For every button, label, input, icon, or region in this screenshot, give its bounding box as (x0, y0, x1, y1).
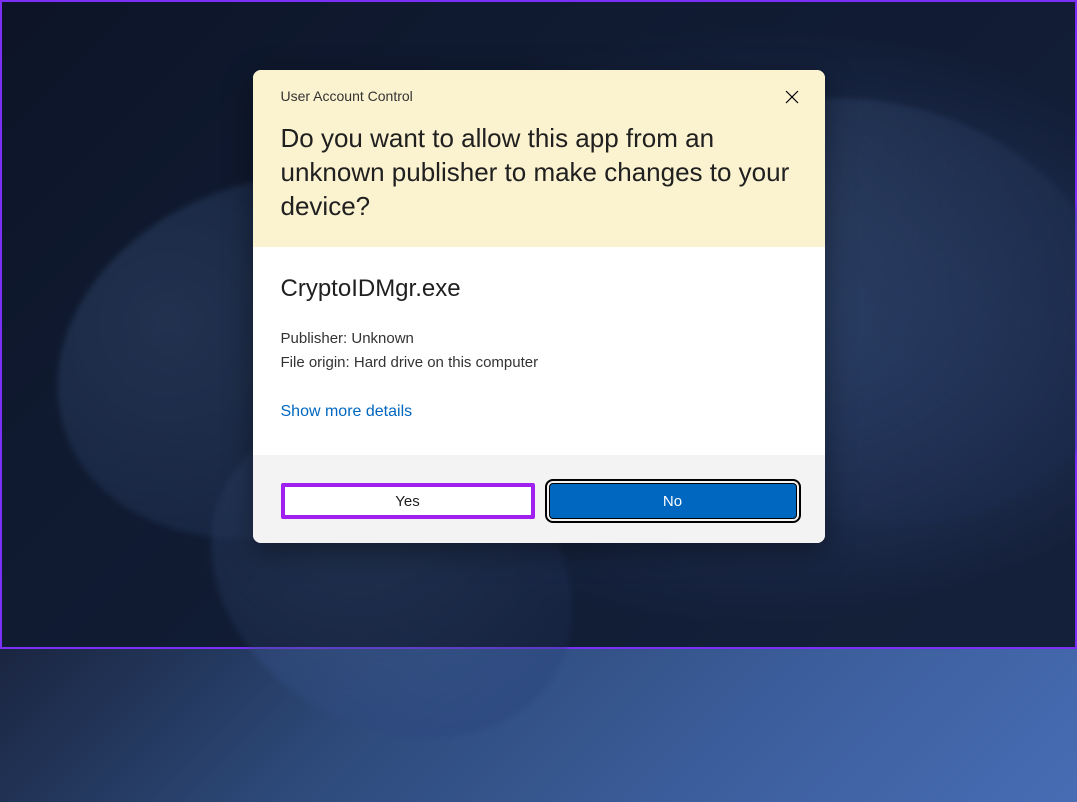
dialog-question: Do you want to allow this app from an un… (281, 122, 797, 223)
publisher-info: Publisher: Unknown (281, 327, 797, 351)
yes-button[interactable]: Yes (281, 483, 535, 519)
dialog-body: CryptoIDMgr.exe Publisher: Unknown File … (253, 247, 825, 455)
uac-dialog: User Account Control Do you want to allo… (253, 70, 825, 543)
show-more-details-link[interactable]: Show more details (281, 403, 413, 421)
no-button[interactable]: No (549, 483, 797, 519)
close-icon (785, 90, 799, 104)
dialog-title: User Account Control (281, 88, 797, 104)
close-button[interactable] (783, 88, 801, 106)
app-name: CryptoIDMgr.exe (281, 275, 797, 303)
dialog-header: User Account Control Do you want to allo… (253, 70, 825, 247)
dialog-footer: Yes No (253, 455, 825, 543)
origin-info: File origin: Hard drive on this computer (281, 351, 797, 375)
